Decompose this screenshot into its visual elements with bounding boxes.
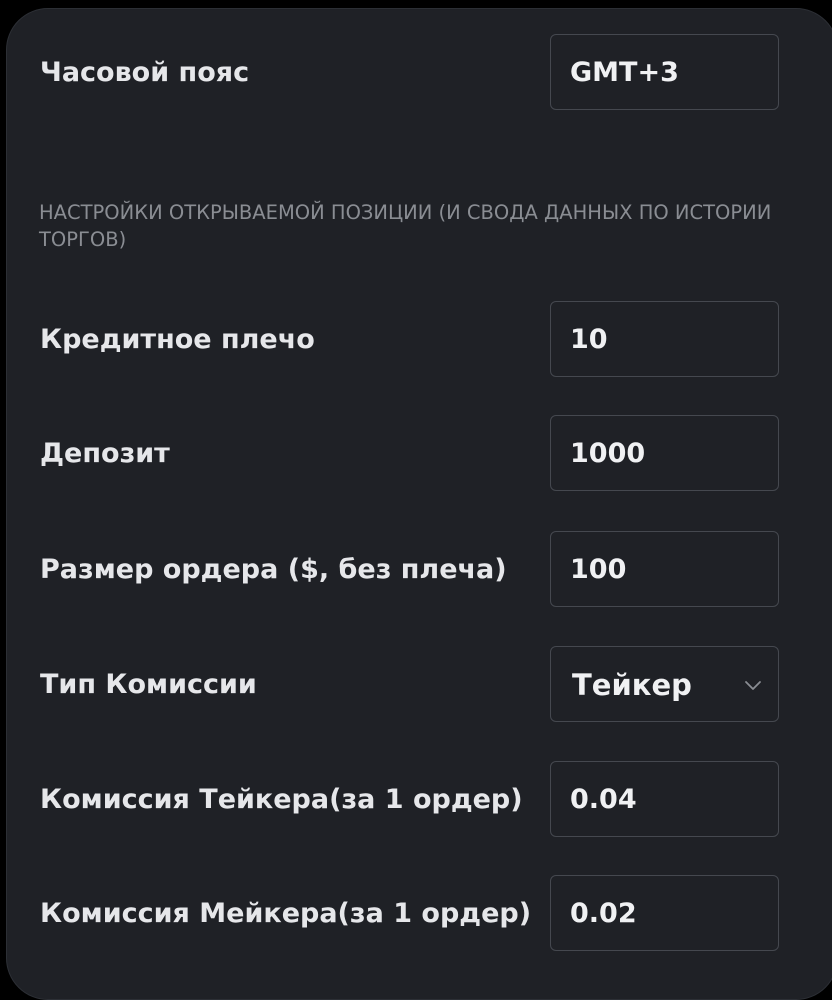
taker-fee-field[interactable] bbox=[550, 761, 779, 837]
timezone-row: Часовой пояс bbox=[7, 34, 832, 112]
taker-fee-row: Комиссия Тейкера(за 1 ордер) bbox=[7, 761, 832, 839]
section-header: НАСТРОЙКИ ОТКРЫВАЕМОЙ ПОЗИЦИИ (И СВОДА Д… bbox=[39, 201, 772, 251]
settings-panel: Часовой пояс НАСТРОЙКИ ОТКРЫВАЕМОЙ ПОЗИЦ… bbox=[6, 8, 832, 1000]
leverage-label: Кредитное плечо bbox=[40, 324, 315, 355]
maker-fee-label: Комиссия Мейкера(за 1 ордер) bbox=[40, 898, 532, 929]
chevron-down-icon[interactable] bbox=[743, 675, 763, 695]
leverage-input[interactable] bbox=[551, 302, 778, 376]
order-size-label: Размер ордера ($, без плеча) bbox=[40, 554, 507, 585]
fee-type-label: Тип Комиссии bbox=[40, 669, 257, 700]
order-size-row: Размер ордера ($, без плеча) bbox=[7, 531, 832, 609]
taker-fee-label: Комиссия Тейкера(за 1 ордер) bbox=[40, 784, 523, 815]
taker-fee-input[interactable] bbox=[551, 762, 778, 836]
deposit-label: Депозит bbox=[40, 438, 170, 469]
fee-type-select[interactable]: Тейкер bbox=[550, 646, 779, 722]
deposit-field[interactable] bbox=[550, 415, 779, 491]
leverage-row: Кредитное плечо bbox=[7, 301, 832, 379]
maker-fee-row: Комиссия Мейкера(за 1 ордер) bbox=[7, 875, 832, 953]
deposit-row: Депозит bbox=[7, 415, 832, 493]
order-size-field[interactable] bbox=[550, 531, 779, 607]
maker-fee-input[interactable] bbox=[551, 876, 778, 950]
timezone-input[interactable] bbox=[551, 35, 778, 109]
maker-fee-field[interactable] bbox=[550, 875, 779, 951]
fee-type-row: Тип Комиссии Тейкер bbox=[7, 646, 832, 724]
order-size-input[interactable] bbox=[551, 532, 778, 606]
fee-type-selected-value: Тейкер bbox=[572, 668, 692, 702]
timezone-label: Часовой пояс bbox=[40, 57, 250, 88]
leverage-field[interactable] bbox=[550, 301, 779, 377]
timezone-field[interactable] bbox=[550, 34, 779, 110]
deposit-input[interactable] bbox=[551, 416, 778, 490]
